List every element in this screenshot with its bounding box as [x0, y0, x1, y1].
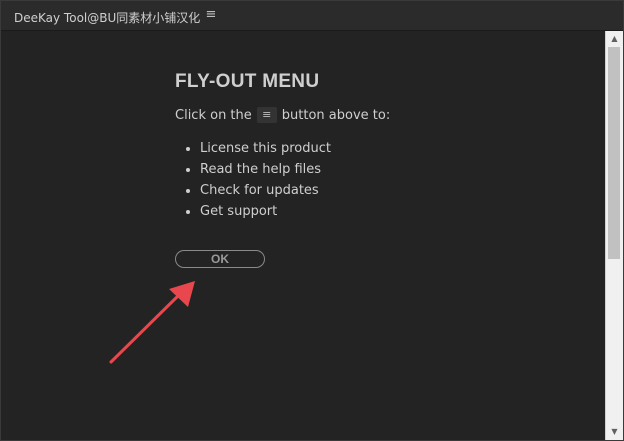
panel-content: FLY-OUT MENU Click on the ≡ button above… — [1, 31, 605, 440]
page-title: FLY-OUT MENU — [175, 71, 320, 92]
scroll-down-icon[interactable]: ▼ — [606, 424, 623, 440]
scrollbar-thumb[interactable] — [608, 47, 620, 259]
list-item: Get support — [200, 201, 331, 222]
intro-before: Click on the — [175, 107, 252, 123]
plugin-window: DeeKay Tool@BU同素材小铺汉化 ≡ FLY-OUT MENU Cli… — [0, 0, 624, 441]
pointer-arrow-icon — [109, 281, 195, 364]
ok-button[interactable]: OK — [175, 250, 265, 268]
inline-hamburger-icon: ≡ — [256, 107, 277, 123]
panel-title: DeeKay Tool@BU同素材小铺汉化 — [14, 11, 201, 25]
intro-after: button above to: — [281, 107, 391, 123]
hamburger-icon[interactable]: ≡ — [204, 7, 218, 23]
list-item: Read the help files — [200, 159, 331, 180]
arrow-head — [169, 281, 195, 307]
vertical-scrollbar[interactable]: ▲ ▼ — [605, 31, 623, 440]
feature-list: License this product Read the help files… — [175, 138, 331, 222]
arrow-shaft — [109, 289, 185, 364]
list-item: Check for updates — [200, 180, 331, 201]
intro-text: Click on the ≡ button above to: — [175, 107, 390, 123]
panel-titlebar: DeeKay Tool@BU同素材小铺汉化 ≡ — [1, 1, 623, 31]
scroll-up-icon[interactable]: ▲ — [606, 31, 623, 47]
list-item: License this product — [200, 138, 331, 159]
